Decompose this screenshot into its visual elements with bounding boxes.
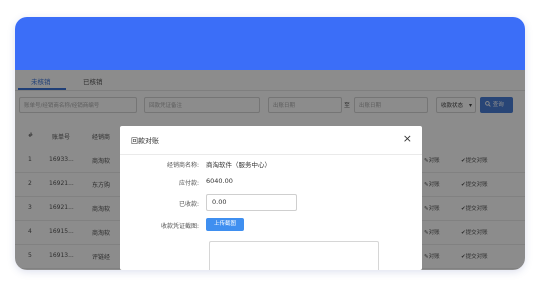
- voucher-preview-area[interactable]: [209, 241, 379, 270]
- dialog-divider: [120, 154, 422, 155]
- dealer-label: 经销商名称:: [166, 162, 199, 169]
- voucher-label: 收款凭证截图:: [160, 223, 199, 230]
- header-banner: [15, 17, 525, 70]
- received-label: 已收款:: [178, 201, 199, 208]
- reconcile-dialog: 回款对账 × 经销商名称: 商淘软件（服务中心） 应付款: 6040.00 已收…: [120, 126, 422, 270]
- received-amount-input[interactable]: 0.00: [206, 194, 297, 211]
- screenshot-frame: 未核销 已核销 账单号/经销商名称/经销商编号 回款凭证备注 出账日期 至 出账…: [15, 17, 525, 270]
- app-content: 未核销 已核销 账单号/经销商名称/经销商编号 回款凭证备注 出账日期 至 出账…: [15, 70, 525, 270]
- dialog-title: 回款对账: [131, 137, 159, 145]
- dealer-value: 商淘软件（服务中心）: [206, 161, 271, 169]
- payable-label: 应付款:: [178, 180, 199, 187]
- payable-value: 6040.00: [206, 177, 233, 185]
- close-icon[interactable]: ×: [403, 132, 412, 145]
- upload-screenshot-button[interactable]: 上传截图: [206, 218, 244, 231]
